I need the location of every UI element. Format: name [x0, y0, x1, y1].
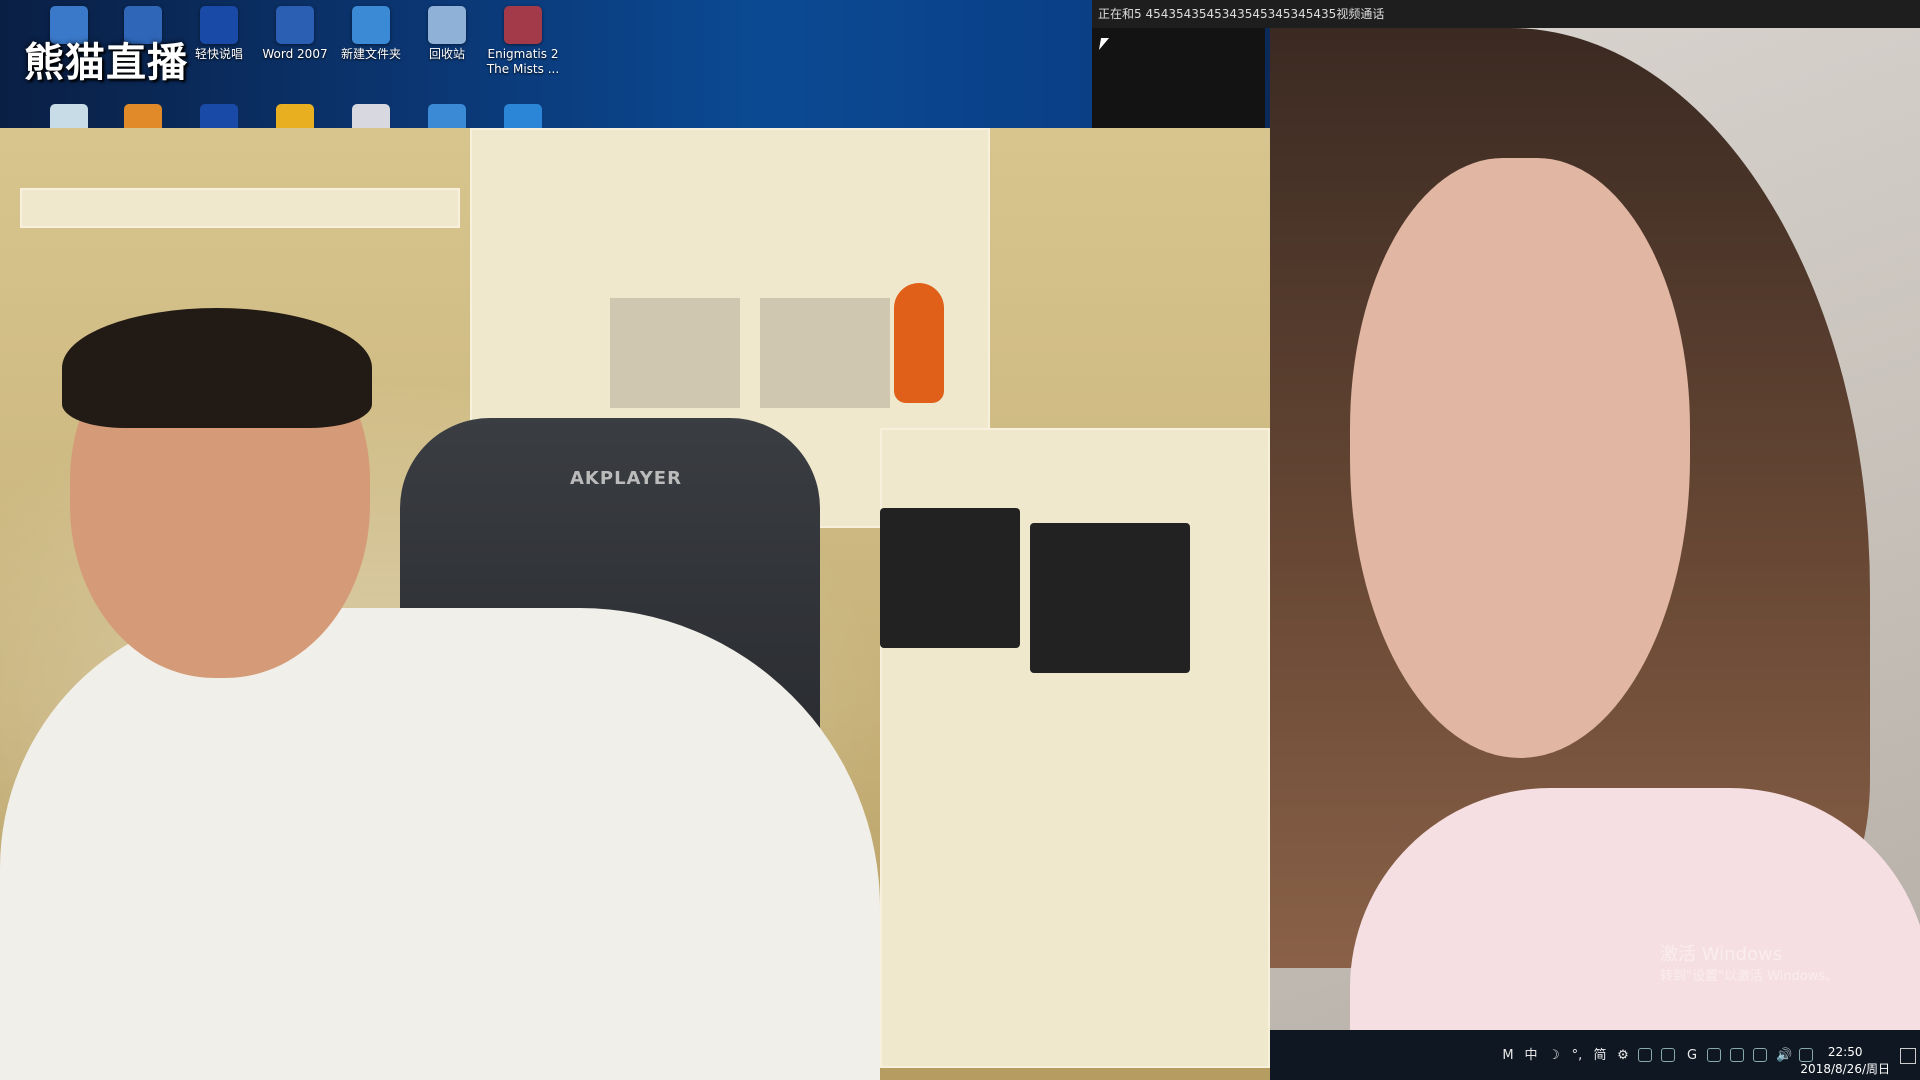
tray-icon[interactable] [1638, 1048, 1652, 1062]
globe-icon[interactable] [428, 104, 466, 128]
tray-icon[interactable]: ⚙ [1615, 1048, 1631, 1064]
tray-icon[interactable]: ☽ [1546, 1048, 1562, 1064]
kx-app-icon [200, 6, 238, 44]
remote-webcam-feed [1270, 28, 1920, 1030]
game-icon [504, 6, 542, 44]
folder-icon [352, 6, 390, 44]
chair-brand-label: AKPLAYER [570, 468, 682, 489]
recycle-bin-icon [428, 6, 466, 44]
call-window-titlebar[interactable]: 正在和5 4543543545343545345345435视频通话 [1092, 0, 1920, 28]
desktop-shortcut[interactable]: Word 2007 [256, 2, 334, 62]
shelf-cubby [610, 298, 740, 408]
streamer-hair [62, 308, 372, 428]
desktop-shortcut-label: 新建文件夹 [340, 47, 401, 61]
streamer-webcam-feed: AKPLAYER [0, 128, 1270, 1080]
desktop-shortcut[interactable]: 新建文件夹 [332, 2, 410, 62]
tray-icon[interactable]: M [1500, 1048, 1516, 1064]
app-icon[interactable] [124, 104, 162, 128]
notification-center-icon[interactable] [1900, 1048, 1916, 1064]
taskbar: M 中 ☽ °, 简 ⚙ G 🔊 22:50 2018/8/26/周日 [1270, 1030, 1920, 1080]
speaker-right [1030, 523, 1190, 673]
tray-icon[interactable]: 简 [1592, 1048, 1608, 1064]
call-window-blank-area [1092, 28, 1265, 128]
activate-windows-title: 激活 Windows [1660, 944, 1783, 965]
browser-icon[interactable] [50, 104, 88, 128]
f-app-icon[interactable] [504, 104, 542, 128]
desktop-shortcut-label: Word 2007 [262, 47, 328, 61]
activate-windows-hint: 转到"设置"以激活 Windows。 [1660, 969, 1839, 984]
desktop-shortcut[interactable]: Enigmatis 2 The Mists ... [484, 2, 562, 77]
wall-shelf [20, 188, 460, 228]
orange-figurine [894, 283, 944, 403]
taskbar-clock[interactable]: 22:50 2018/8/26/周日 [1800, 1044, 1890, 1078]
tray-icon[interactable] [1661, 1048, 1675, 1062]
tray-icon[interactable]: 中 [1523, 1048, 1539, 1064]
tray-icon[interactable] [1707, 1048, 1721, 1062]
stream-watermark: 熊猫直播 [24, 39, 188, 86]
desktop-shortcut-label: Enigmatis 2 The Mists ... [486, 47, 560, 76]
tray-icon[interactable] [1753, 1048, 1767, 1062]
desktop-shortcut-label: 轻快说唱 [194, 47, 243, 61]
caller-face [1350, 158, 1690, 758]
desktop-shortcut[interactable]: 轻快说唱 [180, 2, 258, 62]
shelf-cubby [760, 298, 890, 408]
caller-shirt [1350, 788, 1920, 1030]
gamepad-icon[interactable] [352, 104, 390, 128]
desktop-shortcut-label: 回收站 [428, 47, 465, 61]
word-icon [276, 6, 314, 44]
clock-time: 22:50 [1827, 1045, 1863, 1059]
speaker-left [880, 508, 1020, 648]
desktop-background: 轻快说唱 Word 2007 新建文件夹 回收站 Enigmatis 2 The Mis… [0, 0, 1092, 128]
tray-icon[interactable]: G [1684, 1048, 1700, 1064]
clock-date: 2018/8/26/周日 [1800, 1062, 1890, 1076]
streamer-shirt [0, 608, 880, 1080]
cat-icon[interactable] [276, 104, 314, 128]
tray-icon[interactable] [1730, 1048, 1744, 1062]
tray-icon[interactable]: °, [1569, 1048, 1585, 1064]
tray-icon[interactable]: 🔊 [1776, 1048, 1792, 1064]
desktop-shortcut[interactable]: 回收站 [408, 2, 486, 62]
kx-app-icon[interactable] [200, 104, 238, 128]
activate-windows-watermark: 激活 Windows 转到"设置"以激活 Windows。 [1660, 944, 1838, 988]
